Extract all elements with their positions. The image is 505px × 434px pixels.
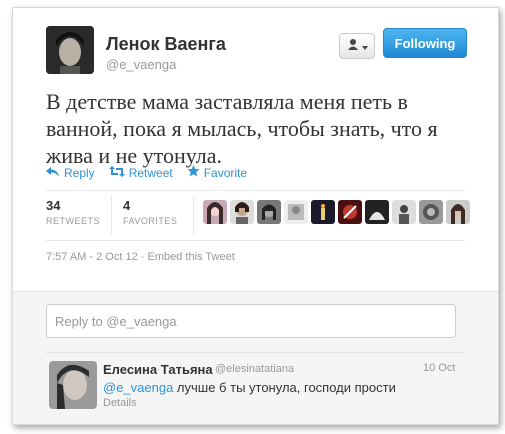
retweet-label: Retweet: [128, 165, 173, 180]
retweets-stat[interactable]: 34 RETWEETS: [46, 198, 100, 226]
favoriter-avatar[interactable]: [419, 200, 443, 224]
favoriter-avatar[interactable]: [365, 200, 389, 224]
favoriter-avatar[interactable]: [392, 200, 416, 224]
favoriter-avatar[interactable]: [230, 200, 254, 224]
favorite-label: Favorite: [203, 165, 248, 180]
mention-link[interactable]: @e_vaenga: [103, 380, 173, 395]
retweets-label: RETWEETS: [46, 216, 101, 226]
embed-tweet-link[interactable]: Embed this Tweet: [148, 251, 235, 263]
tweet-timestamp[interactable]: 7:57 AM - 2 Oct 12: [46, 251, 138, 263]
author-name[interactable]: Ленок Ваенга: [106, 34, 226, 55]
retweet-action[interactable]: Retweet: [108, 165, 173, 180]
retweets-count: 34: [46, 198, 61, 213]
reply-date[interactable]: 10 Oct: [423, 362, 455, 374]
favorites-label: FAVORITES: [123, 216, 178, 226]
reply-input[interactable]: Reply to @e_vaenga: [46, 304, 456, 338]
star-icon: [187, 165, 200, 180]
reply-action[interactable]: Reply: [46, 165, 95, 180]
divider: [193, 195, 194, 235]
favorite-action[interactable]: Favorite: [187, 165, 247, 180]
reply-author-handle[interactable]: @elesinatatiana: [215, 363, 294, 375]
user-actions-dropdown[interactable]: [339, 33, 375, 59]
favoriter-avatar[interactable]: [338, 200, 362, 224]
tweet-actions: Reply Retweet Favorite: [46, 165, 247, 180]
favoriter-avatar[interactable]: [284, 200, 308, 224]
reply-author-name[interactable]: Елесина Татьяна: [103, 362, 213, 377]
retweet-icon: [108, 165, 125, 180]
following-button[interactable]: Following: [383, 28, 467, 58]
divider: [46, 240, 465, 241]
divider: [46, 190, 465, 191]
tweet-meta: 7:57 AM - 2 Oct 12 · Embed this Tweet: [46, 251, 235, 263]
favoriter-avatars: [203, 200, 470, 224]
caret-down-icon: [361, 37, 368, 55]
divider: [46, 352, 465, 353]
details-link[interactable]: Details: [103, 397, 137, 409]
meta-separator: ·: [140, 251, 145, 263]
author-avatar[interactable]: [46, 26, 94, 74]
favoriter-avatar[interactable]: [203, 200, 227, 224]
favoriter-avatar[interactable]: [311, 200, 335, 224]
favoriter-avatar[interactable]: [446, 200, 470, 224]
reply-text: @e_vaenga лучше б ты утонула, господи пр…: [103, 380, 396, 395]
reply-label: Reply: [64, 165, 95, 180]
tweet-text: В детстве мама заставляла меня петь в ва…: [46, 89, 438, 168]
divider: [111, 195, 112, 235]
favorites-count: 4: [123, 198, 131, 213]
favorites-stat[interactable]: 4 FAVORITES: [123, 198, 177, 226]
author-handle[interactable]: @e_vaenga: [106, 57, 176, 72]
reply-author-avatar[interactable]: [49, 361, 97, 409]
reply-body: лучше б ты утонула, господи прости: [173, 380, 396, 395]
user-icon: [347, 37, 359, 55]
tweet-card: Ленок Ваенга @e_vaenga Following В детст…: [12, 7, 499, 425]
reply-icon: [46, 166, 60, 180]
favoriter-avatar[interactable]: [257, 200, 281, 224]
